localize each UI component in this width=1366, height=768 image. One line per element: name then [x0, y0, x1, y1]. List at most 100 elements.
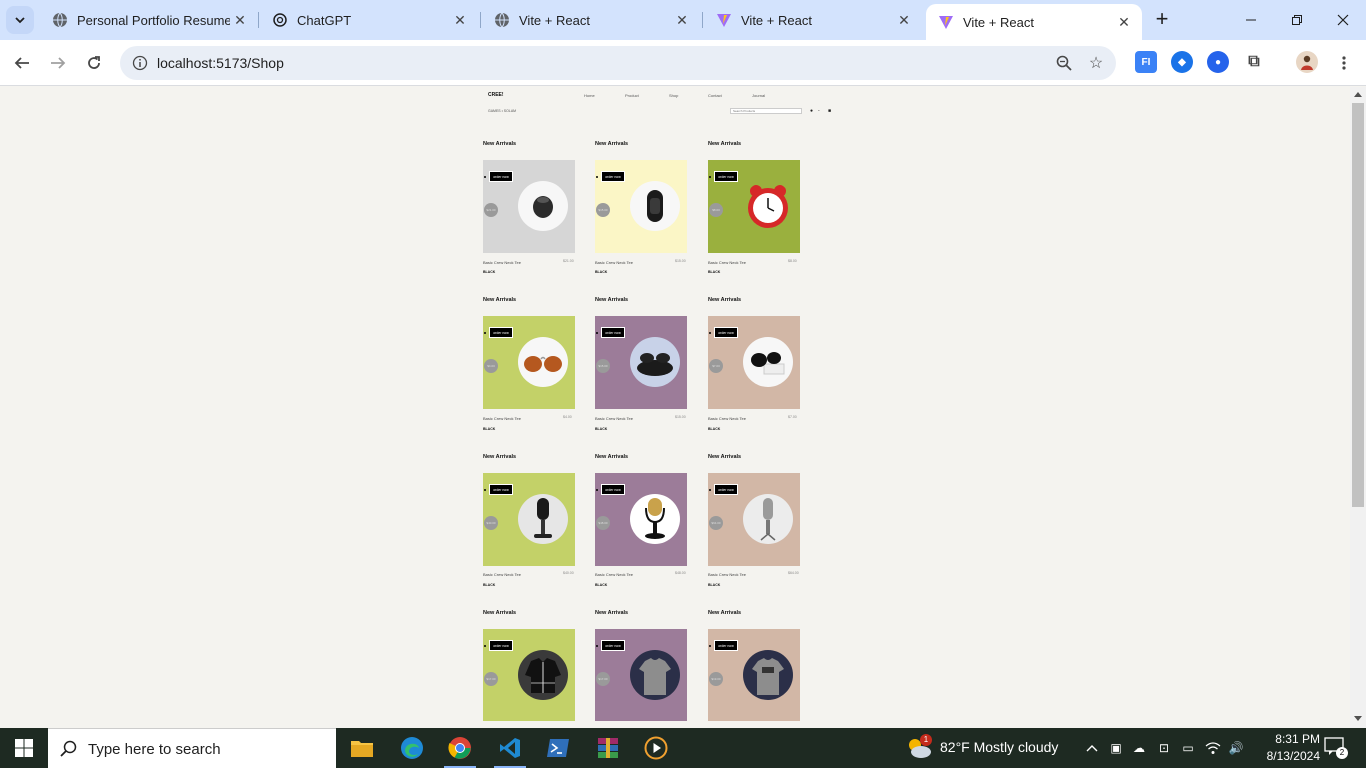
product-name[interactable]: Basic Crew Neck Tee: [483, 572, 521, 577]
product-card[interactable]: order now $17.00: [595, 629, 687, 721]
order-now-button[interactable]: order now: [601, 640, 625, 651]
product-name[interactable]: Basic Crew Neck Tee: [595, 260, 633, 265]
weather-text[interactable]: 82°F Mostly cloudy: [940, 739, 1058, 755]
product-card[interactable]: order now $40.00: [483, 473, 575, 566]
product-card[interactable]: order now $15.00: [595, 316, 687, 409]
product-name[interactable]: Basic Crew Neck Tee: [708, 260, 746, 265]
order-now-button[interactable]: order now: [601, 171, 625, 182]
product-card[interactable]: order now $7.00: [708, 316, 800, 409]
bullet-icon: [484, 489, 486, 491]
product-card[interactable]: order now $15.00: [595, 160, 687, 253]
tab-vite-2[interactable]: Vite + React ✕: [704, 0, 922, 40]
wifi-icon[interactable]: [1205, 740, 1221, 756]
close-icon[interactable]: ✕: [450, 10, 470, 30]
product-name[interactable]: Basic Crew Neck Tee: [483, 260, 521, 265]
address-bar[interactable]: localhost:5173/Shop ☆: [120, 46, 1116, 80]
minimize-button[interactable]: [1228, 0, 1274, 40]
close-icon[interactable]: ✕: [1114, 12, 1134, 32]
product-color: BLACK: [595, 583, 608, 587]
product-card[interactable]: order now $4.00: [483, 316, 575, 409]
product-card[interactable]: order now $8.00: [708, 160, 800, 253]
tab-portfolio[interactable]: Personal Portfolio Resume Re ✕: [40, 0, 258, 40]
site-logo[interactable]: CREE!: [488, 92, 504, 98]
order-now-button[interactable]: order now: [489, 327, 513, 338]
product-image: [743, 494, 793, 544]
browser-menu-button[interactable]: [1330, 49, 1358, 77]
new-tab-button[interactable]: +: [1150, 8, 1174, 32]
back-button[interactable]: [8, 49, 36, 77]
clock[interactable]: 8:31 PM 8/13/2024: [1246, 731, 1320, 765]
chevron-up-icon[interactable]: [1084, 740, 1100, 756]
nav-contact[interactable]: Contact: [708, 93, 722, 98]
nav-home[interactable]: Home: [584, 93, 595, 98]
extensions-puzzle-icon[interactable]: ⧉: [1243, 51, 1265, 73]
order-now-button[interactable]: order now: [601, 484, 625, 495]
order-now-button[interactable]: order now: [714, 327, 738, 338]
restore-button[interactable]: [1274, 0, 1320, 40]
notification-center-button[interactable]: 2: [1324, 737, 1348, 759]
site-info-icon[interactable]: [128, 51, 152, 75]
tab-chatgpt[interactable]: ChatGPT ✕: [260, 0, 478, 40]
edge-app[interactable]: [388, 728, 436, 768]
reload-button[interactable]: [80, 49, 108, 77]
product-name[interactable]: Basic Crew Neck Tee: [483, 416, 521, 421]
nav-product[interactable]: Product: [625, 93, 639, 98]
product-card[interactable]: order now $21.00: [483, 160, 575, 253]
zoom-icon[interactable]: [1052, 51, 1076, 75]
sunglasses-icon: [751, 352, 785, 375]
powershell-app[interactable]: [534, 728, 582, 768]
tab-vite-1[interactable]: Vite + React ✕: [482, 0, 700, 40]
close-icon[interactable]: ✕: [672, 10, 692, 30]
extension-fi-icon[interactable]: FI: [1135, 51, 1157, 73]
nav-shop[interactable]: Shop: [669, 93, 678, 98]
order-now-button[interactable]: order now: [601, 327, 625, 338]
scroll-up-icon[interactable]: [1354, 92, 1362, 97]
close-window-button[interactable]: [1320, 0, 1366, 40]
url-text[interactable]: localhost:5173/Shop: [157, 55, 284, 71]
nav-journal[interactable]: Journal: [752, 93, 765, 98]
winrar-app[interactable]: [584, 728, 632, 768]
extension-record-icon[interactable]: ●: [1207, 51, 1229, 73]
media-player-app[interactable]: [632, 728, 680, 768]
product-name[interactable]: Basic Crew Neck Tee: [708, 416, 746, 421]
order-now-button[interactable]: order now: [489, 171, 513, 182]
scroll-down-icon[interactable]: [1354, 716, 1362, 721]
volume-icon[interactable]: 🔊: [1228, 740, 1244, 756]
dash-icon: -: [818, 108, 820, 114]
onedrive-icon[interactable]: ☁: [1131, 740, 1147, 756]
meet-now-icon[interactable]: ▣: [1108, 740, 1124, 756]
bookmark-star-icon[interactable]: ☆: [1084, 51, 1108, 75]
tablet-icon[interactable]: ⊡: [1156, 740, 1172, 756]
file-explorer-app[interactable]: [338, 728, 386, 768]
forward-button[interactable]: [44, 49, 72, 77]
product-card[interactable]: order now $48.00: [595, 473, 687, 566]
close-icon[interactable]: ✕: [894, 10, 914, 30]
page-scrollbar[interactable]: [1350, 87, 1366, 728]
taskbar-search-box[interactable]: Type here to search: [48, 728, 336, 768]
vscode-app[interactable]: [486, 728, 534, 768]
user-icon[interactable]: ●: [810, 108, 813, 114]
order-now-button[interactable]: order now: [714, 171, 738, 182]
product-image: [518, 494, 568, 544]
chrome-app[interactable]: [436, 728, 484, 768]
order-now-button[interactable]: order now: [714, 640, 738, 651]
product-name[interactable]: Basic Crew Neck Tee: [595, 572, 633, 577]
product-name[interactable]: Basic Crew Neck Tee: [595, 416, 633, 421]
order-now-button[interactable]: order now: [489, 640, 513, 651]
extension-drop-icon[interactable]: ◆: [1171, 51, 1193, 73]
close-icon[interactable]: ✕: [230, 10, 250, 30]
order-now-button[interactable]: order now: [714, 484, 738, 495]
scrollbar-thumb[interactable]: [1352, 103, 1364, 507]
product-name[interactable]: Basic Crew Neck Tee: [708, 572, 746, 577]
order-now-button[interactable]: order now: [489, 484, 513, 495]
battery-icon[interactable]: ▭: [1180, 740, 1196, 756]
profile-avatar[interactable]: [1296, 51, 1318, 73]
site-search-input[interactable]: [730, 108, 802, 114]
start-button[interactable]: [0, 728, 48, 768]
product-card[interactable]: order now $19.00: [708, 629, 800, 721]
cart-icon[interactable]: ■: [828, 108, 831, 114]
product-card[interactable]: order now $17.00: [483, 629, 575, 721]
product-card[interactable]: order now $64.00: [708, 473, 800, 566]
tab-vite-active[interactable]: Vite + React ✕: [926, 4, 1142, 40]
tab-search-button[interactable]: [6, 6, 34, 34]
